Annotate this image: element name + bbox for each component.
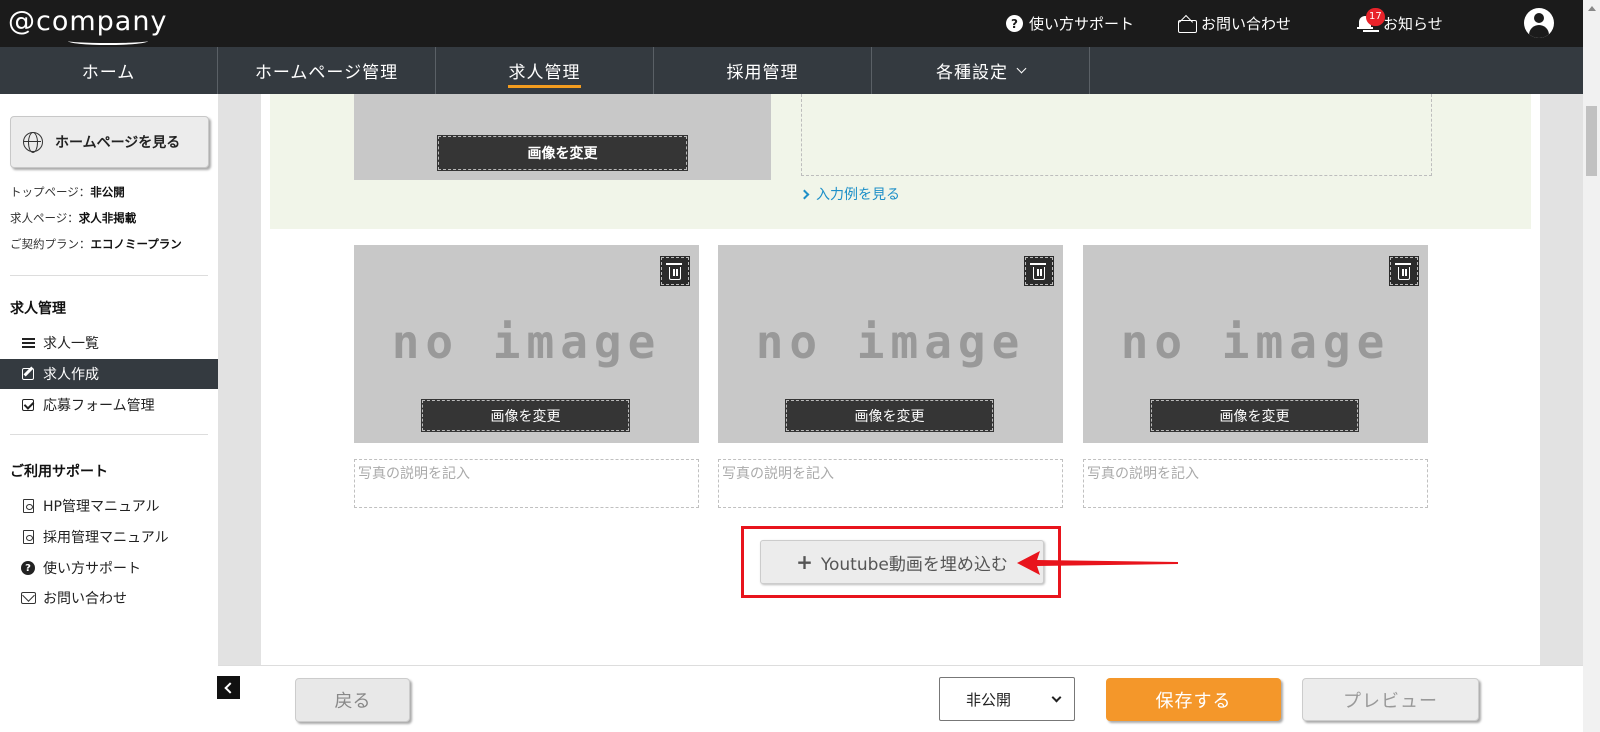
sidebar-item-application-form[interactable]: 応募フォーム管理	[0, 390, 218, 420]
support-label: 使い方サポート	[1029, 15, 1135, 33]
tab-home-label: ホーム	[81, 63, 136, 83]
publish-status-value: 非公開	[966, 690, 1012, 709]
trash-icon[interactable]	[1389, 256, 1419, 286]
chevron-right-icon	[799, 189, 810, 199]
sidebar-item-recruitment-manual[interactable]: 採用管理マニュアル	[0, 522, 218, 552]
main-description-field[interactable]	[801, 94, 1432, 176]
change-image-button[interactable]: 画像を変更	[1150, 399, 1359, 432]
tab-recruitment-management[interactable]: 採用管理	[654, 47, 872, 94]
save-button[interactable]: 保存する	[1106, 678, 1281, 721]
sidebar-item-job-list-label: 求人一覧	[43, 336, 99, 352]
contact-label: お問い合わせ	[1201, 15, 1292, 33]
globe-icon	[23, 132, 43, 153]
chevron-down-icon	[1051, 692, 1062, 703]
page-scrollbar[interactable]	[1583, 0, 1600, 732]
sidebar-item-support[interactable]: ? 使い方サポート	[0, 553, 218, 583]
chevron-down-icon	[1016, 63, 1027, 74]
envelope-icon	[20, 592, 36, 604]
company-logo[interactable]: @company	[8, 6, 168, 45]
support-link[interactable]: ? 使い方サポート	[1006, 0, 1134, 47]
section-title-support: ご利用サポート	[10, 464, 108, 480]
sidebar-item-recruitment-manual-label: 採用管理マニュアル	[43, 530, 169, 546]
edit-icon	[22, 368, 34, 380]
change-main-image-button[interactable]: 画像を変更	[437, 135, 688, 171]
tab-settings-label: 各種設定	[936, 63, 1008, 83]
sidebar-item-application-form-label: 応募フォーム管理	[43, 398, 155, 414]
sidebar-item-contact[interactable]: お問い合わせ	[0, 583, 218, 613]
trash-icon[interactable]	[1024, 256, 1054, 286]
photo-slot-2: no image 画像を変更	[718, 245, 1063, 443]
photo-slot-3: no image 画像を変更	[1083, 245, 1428, 443]
plan-status: ご契約プラン：エコノミープラン	[10, 236, 182, 252]
checkbox-icon	[22, 399, 34, 411]
example-link[interactable]: 入力例を見る	[799, 184, 900, 204]
sidebar-item-job-list[interactable]: 求人一覧	[0, 328, 218, 358]
job-page-status: 求人ページ：求人非掲載	[10, 210, 136, 226]
notification-count-badge: 17	[1366, 8, 1385, 26]
scroll-thumb[interactable]	[1586, 106, 1597, 176]
sidebar-item-hp-manual-label: HP管理マニュアル	[43, 499, 160, 515]
change-image-button[interactable]: 画像を変更	[421, 399, 630, 432]
plus-icon: +	[796, 550, 813, 574]
example-link-label: 入力例を見る	[816, 187, 900, 203]
sidebar-item-contact-label: お問い合わせ	[43, 591, 127, 607]
red-arrow-annotation	[1017, 551, 1178, 575]
section-title-job-management: 求人管理	[10, 301, 66, 317]
user-avatar-icon[interactable]	[1524, 8, 1554, 38]
job-page-status-value: 求人非掲載	[78, 211, 137, 225]
sidebar-divider	[10, 434, 208, 435]
view-homepage-button[interactable]: ホームページを見る	[10, 116, 209, 168]
photo-caption-field[interactable]: 写真の説明を記入	[354, 459, 699, 508]
question-icon: ?	[21, 561, 35, 575]
preview-button[interactable]: プレビュー	[1302, 678, 1479, 721]
embed-youtube-button[interactable]: + Youtube動画を埋め込む	[760, 540, 1044, 584]
tab-homepage-management[interactable]: ホームページ管理	[218, 47, 436, 94]
tab-job-management-label: 求人管理	[508, 63, 581, 83]
question-icon: ?	[1006, 15, 1023, 32]
change-image-button[interactable]: 画像を変更	[785, 399, 994, 432]
collapse-sidebar-button[interactable]	[217, 676, 240, 699]
pdf-icon	[22, 530, 34, 544]
photo-caption-field[interactable]: 写真の説明を記入	[1083, 459, 1428, 508]
back-button[interactable]: 戻る	[295, 678, 410, 722]
logo-swoosh	[68, 37, 148, 45]
sidebar-item-job-create[interactable]: 求人作成	[0, 359, 218, 389]
tab-job-management[interactable]: 求人管理	[436, 47, 654, 94]
view-homepage-label: ホームページを見る	[55, 135, 181, 151]
plan-status-value: エコノミープラン	[90, 237, 182, 251]
sidebar-item-support-label: 使い方サポート	[43, 561, 141, 577]
logo-text: @company	[8, 6, 168, 37]
publish-status-select[interactable]: 非公開	[939, 677, 1075, 721]
contact-link[interactable]: お問い合わせ	[1178, 0, 1291, 47]
job-page-status-label: 求人ページ：	[10, 211, 79, 225]
embed-youtube-label: Youtube動画を埋め込む	[820, 554, 1008, 575]
no-image-placeholder: no image	[391, 315, 662, 369]
sidebar: ホームページを見る トップページ：非公開 求人ページ：求人非掲載 ご契約プラン：…	[0, 94, 218, 732]
photo-slot-1: no image 画像を変更	[354, 245, 699, 443]
top-page-status: トップページ：非公開	[10, 184, 125, 200]
scroll-up-icon[interactable]	[1588, 6, 1596, 11]
chevron-left-icon	[224, 681, 236, 694]
photo-caption-field[interactable]: 写真の説明を記入	[718, 459, 1063, 508]
envelope-icon	[1178, 17, 1197, 33]
pdf-icon	[22, 499, 34, 513]
sidebar-item-job-create-label: 求人作成	[43, 367, 99, 383]
top-page-status-label: トップページ：	[10, 185, 91, 199]
trash-icon[interactable]	[660, 256, 690, 286]
sidebar-item-hp-manual[interactable]: HP管理マニュアル	[0, 491, 218, 521]
main-nav: ホーム ホームページ管理 求人管理 採用管理 各種設定	[0, 47, 1583, 94]
tab-home[interactable]: ホーム	[0, 47, 218, 94]
tab-homepage-management-label: ホームページ管理	[254, 63, 399, 83]
notifications-label: お知らせ	[1383, 15, 1443, 33]
tab-settings[interactable]: 各種設定	[872, 47, 1090, 94]
sidebar-divider	[10, 275, 208, 276]
no-image-placeholder: no image	[755, 315, 1026, 369]
tab-recruitment-management-label: 採用管理	[726, 63, 799, 83]
top-page-status-value: 非公開	[90, 185, 125, 199]
top-bar: @company ? 使い方サポート お問い合わせ お知らせ 17	[0, 0, 1583, 47]
list-icon	[21, 338, 35, 348]
no-image-placeholder: no image	[1120, 315, 1391, 369]
plan-status-label: ご契約プラン：	[10, 237, 91, 251]
